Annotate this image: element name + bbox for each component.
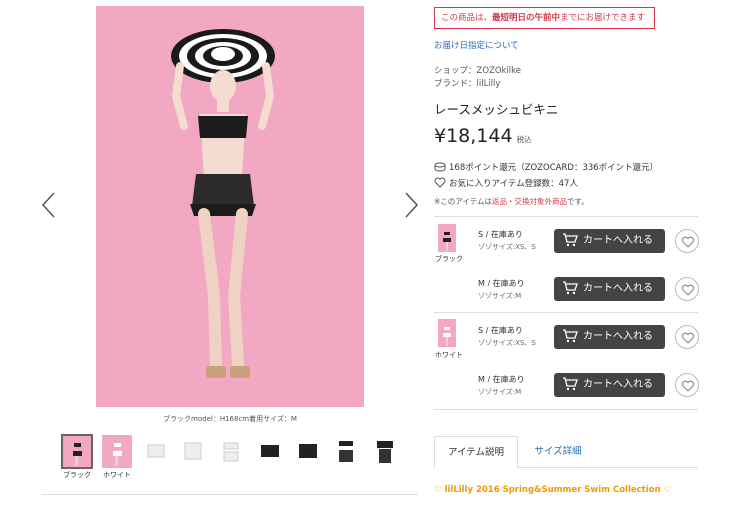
delivery-notice: この商品は、最短明日の午前中までにお届けできます [434,7,655,29]
color-swatch-white [438,319,456,347]
thumbnail[interactable] [255,435,285,468]
next-image-arrow[interactable] [400,190,422,220]
color-name: ホワイト [435,351,463,359]
tax-label: 税込 [516,135,532,144]
brand-name[interactable]: ブランド：lilLilly [434,77,500,89]
prev-image-arrow[interactable] [38,190,60,220]
tab-item-description[interactable]: アイテム説明 [434,436,518,468]
sku-info: S / 在庫あり ゾゾサイズ:XS、S [478,230,536,251]
divider [42,494,418,495]
thumbnail-strip: ブラック ホワイト [58,434,418,479]
divider [434,409,698,410]
add-to-cart-button[interactable]: カートへ入れる [554,229,665,253]
favorites-count: お気に入りアイテム登録数：47人 [434,177,578,189]
cart-icon [563,233,578,247]
tab-size-details[interactable]: サイズ詳細 [520,436,596,468]
cart-icon [563,377,578,391]
favorite-button[interactable] [675,373,699,397]
heart-icon [682,380,694,392]
delivery-date-link[interactable]: お届け日指定について [434,39,519,51]
divider [434,312,698,313]
sku-info: M / 在庫あり ゾゾサイズ:M [478,279,525,300]
favorite-button[interactable] [675,325,699,349]
add-to-cart-button[interactable]: カートへ入れる [554,373,665,397]
chevron-left-icon [41,192,55,218]
return-policy-note: ※このアイテムは返品・交換対象外商品です。 [434,197,589,206]
main-product-photo [96,6,364,407]
photo-caption: ブラックmodel：H168cm着用サイズ：M [163,415,297,423]
chevron-right-icon [405,192,419,218]
sku-info: M / 在庫あり ゾゾサイズ:M [478,375,525,396]
cart-icon [563,329,578,343]
favorite-button[interactable] [675,229,699,253]
coins-icon [434,162,446,172]
points-info: 168ポイント還元（ZOZOCARD：336ポイント還元） [434,161,658,173]
thumbnail[interactable] [293,435,323,468]
thumbnail-label: ブラック [63,471,91,479]
color-name: ブラック [435,255,463,263]
thumbnail[interactable] [178,435,208,468]
thumbnail[interactable] [61,434,93,469]
shop-name[interactable]: ショップ：ZOZOkilke [434,64,521,76]
collection-title: ♡ lilLilly 2016 Spring&Summer Swim Colle… [434,485,672,495]
thumbnail[interactable] [102,435,132,468]
heart-icon [682,236,694,248]
sku-info: S / 在庫あり ゾゾサイズ:XS、S [478,326,536,347]
color-swatch-black [438,224,456,252]
favorite-button[interactable] [675,277,699,301]
heart-icon [434,177,446,188]
thumbnail[interactable] [216,435,246,468]
add-to-cart-button[interactable]: カートへ入れる [554,277,665,301]
heart-icon [682,332,694,344]
add-to-cart-button[interactable]: カートへ入れる [554,325,665,349]
thumbnail-label: ホワイト [103,471,131,479]
price: ¥18,144 税込 [434,125,532,147]
heart-icon [682,284,694,296]
divider [434,216,698,217]
divider [518,467,698,468]
product-title: レースメッシュビキニ [434,102,559,117]
thumbnail[interactable] [331,435,361,468]
cart-icon [563,281,578,295]
thumbnail[interactable] [141,435,171,468]
thumbnail[interactable] [370,435,400,468]
